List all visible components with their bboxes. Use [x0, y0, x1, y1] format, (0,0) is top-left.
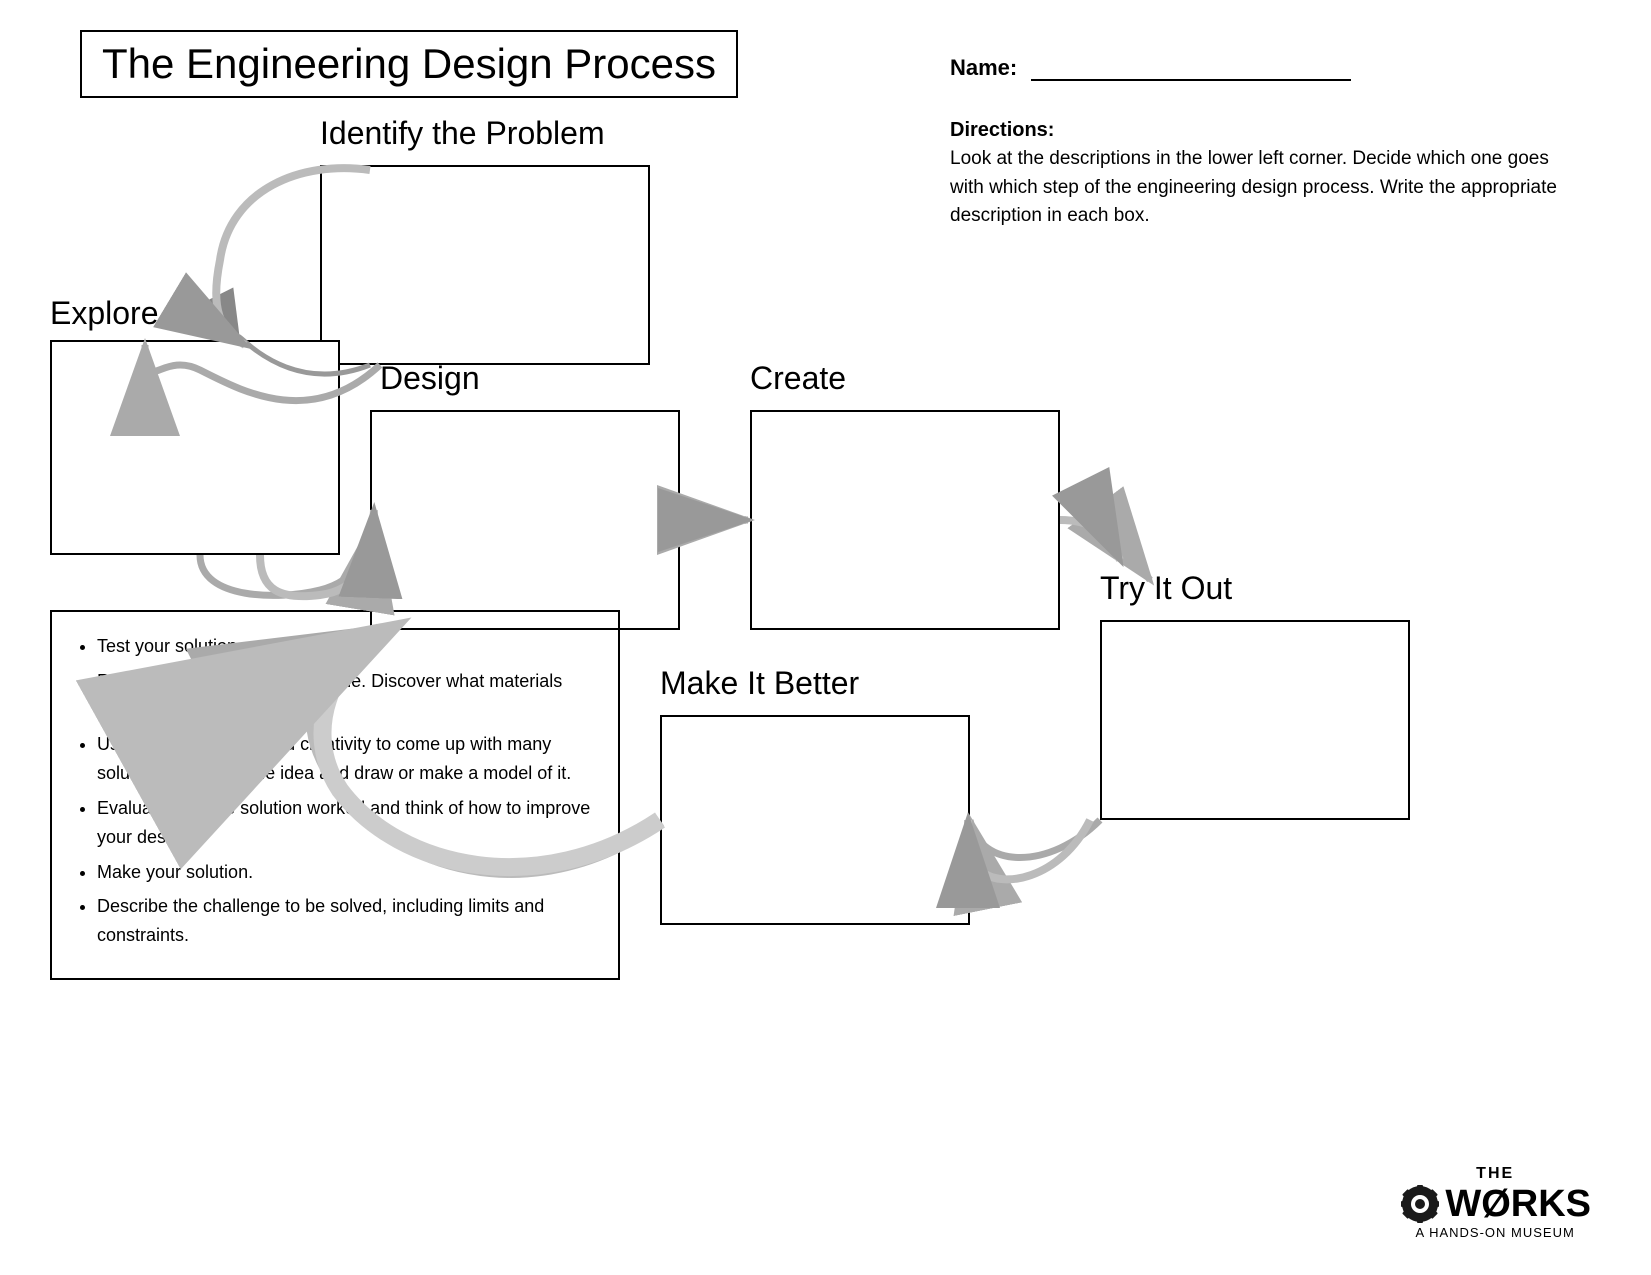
- logo-subtitle: A Hands-On Museum: [1399, 1225, 1591, 1240]
- identify-box[interactable]: [320, 165, 650, 365]
- name-section: Name:: [950, 55, 1351, 81]
- bullet-item: Test your solution.: [97, 632, 593, 661]
- name-line[interactable]: [1031, 79, 1351, 81]
- logo-works: WØRKS: [1399, 1183, 1591, 1225]
- name-label: Name:: [950, 55, 1017, 80]
- design-label: Design: [380, 360, 480, 397]
- directions-text: Look at the descriptions in the lower le…: [950, 145, 1580, 231]
- bullet-list: Test your solution. Research what others…: [77, 632, 593, 950]
- explore-box[interactable]: [50, 340, 340, 555]
- bullet-item: Research what others have done. Discover…: [97, 667, 593, 725]
- title-box: The Engineering Design Process: [80, 30, 738, 98]
- directions-section: Directions: Look at the descriptions in …: [950, 115, 1580, 231]
- create-box[interactable]: [750, 410, 1060, 630]
- bullet-item: Use your knowledge and creativity to com…: [97, 730, 593, 788]
- page-title: The Engineering Design Process: [102, 40, 716, 88]
- try-it-out-box[interactable]: [1100, 620, 1410, 820]
- directions-title: Directions:: [950, 115, 1580, 145]
- design-box[interactable]: [370, 410, 680, 630]
- gear-icon: [1399, 1183, 1441, 1225]
- bullet-item: Describe the challenge to be solved, inc…: [97, 892, 593, 950]
- logo-works-text: WØRKS: [1445, 1185, 1591, 1223]
- create-label: Create: [750, 360, 846, 397]
- logo-the: THE: [1399, 1165, 1591, 1183]
- try-it-out-label: Try It Out: [1100, 570, 1232, 607]
- bullet-list-box: Test your solution. Research what others…: [50, 610, 620, 980]
- make-it-better-label: Make It Better: [660, 665, 859, 702]
- identify-label: Identify the Problem: [320, 115, 605, 152]
- bullet-item: Make your solution.: [97, 858, 593, 887]
- logo-section: THE WØRKS A Hands-On Museum: [1399, 1165, 1591, 1240]
- bullet-item: Evaluate how the solution worked and thi…: [97, 794, 593, 852]
- make-it-better-box[interactable]: [660, 715, 970, 925]
- explore-label: Explore: [50, 295, 159, 332]
- page-container: The Engineering Design Process Name: Dir…: [0, 0, 1651, 1275]
